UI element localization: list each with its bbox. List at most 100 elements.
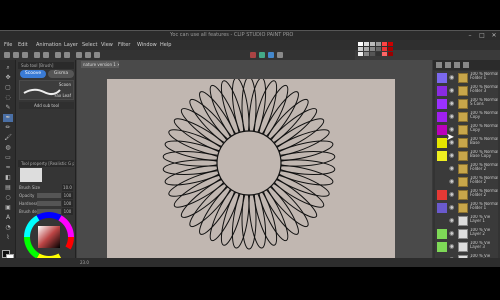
color-wheel[interactable]	[24, 212, 74, 262]
close-button[interactable]: ✕	[488, 31, 500, 40]
layer-row[interactable]: ◉ 100 % Normal Folder 2	[435, 188, 498, 202]
layer-row[interactable]: ◉ 100 % Normal S Cons	[435, 97, 498, 111]
pencil-tool-icon[interactable]: ✏	[3, 124, 13, 132]
eye-icon[interactable]: ◉	[449, 178, 455, 185]
layer-row[interactable]: ◉ 100 % Normal Folder 1	[435, 201, 498, 215]
zoom-value[interactable]: 23.0	[80, 258, 89, 267]
color-swatch[interactable]	[382, 47, 387, 51]
maximize-button[interactable]: □	[476, 31, 488, 40]
prop-hardness[interactable]: Hardness 100	[19, 200, 74, 207]
document-tab[interactable]: nature version 1 ✕	[81, 61, 119, 68]
assets-icon[interactable]	[268, 52, 274, 58]
layer-row[interactable]: ◉ 100 % Normal Folder 2	[435, 162, 498, 176]
menu-filter[interactable]: Filter	[118, 40, 130, 50]
menu-window[interactable]: Window	[137, 40, 157, 50]
color-swatch[interactable]	[382, 42, 387, 46]
deselect-icon[interactable]	[85, 52, 91, 58]
new-icon[interactable]	[4, 52, 10, 58]
menu-layer[interactable]: Layer	[64, 40, 78, 50]
layer-row[interactable]: ◉ 100 % Normal Copy	[435, 123, 498, 137]
hardness-slider[interactable]	[37, 201, 61, 206]
menu-select[interactable]: Select	[82, 40, 97, 50]
color-swatch[interactable]	[370, 42, 375, 46]
text-tool-icon[interactable]: A	[3, 214, 13, 222]
redo-icon[interactable]	[43, 52, 49, 58]
prop-value[interactable]: 100	[62, 192, 73, 199]
color-swatch[interactable]	[376, 42, 381, 46]
menu-view[interactable]: View	[101, 40, 113, 50]
sub-tool-tab[interactable]: Sub tool [Brush]	[18, 62, 74, 69]
opacity-slider[interactable]	[37, 193, 61, 198]
prop-opacity[interactable]: Opacity 100	[19, 192, 74, 199]
select-tool-icon[interactable]: ▢	[3, 84, 13, 92]
color-swatch[interactable]	[388, 47, 393, 51]
color-swatch[interactable]	[376, 47, 381, 51]
open-icon[interactable]	[13, 52, 19, 58]
layer-row[interactable]: ◉ 100 % Normal Base Copy	[435, 149, 498, 163]
mask-icon[interactable]	[454, 62, 460, 68]
eye-icon[interactable]: ◉	[449, 217, 455, 224]
eye-icon[interactable]: ◉	[449, 100, 455, 107]
add-sub-tool-button[interactable]: Add sub tool	[19, 102, 74, 109]
menu-help[interactable]: Help	[160, 40, 171, 50]
correct-line-tool-icon[interactable]: ⌇	[3, 234, 13, 242]
brush-tool-icon[interactable]: 🖌	[3, 134, 13, 142]
eyedropper-tool-icon[interactable]: ✎	[3, 104, 13, 112]
blend-tool-icon[interactable]: ≈	[3, 164, 13, 172]
figure-tool-icon[interactable]: ○	[3, 194, 13, 202]
canvas[interactable]	[107, 76, 395, 265]
eye-icon[interactable]: ◉	[449, 87, 455, 94]
balloon-tool-icon[interactable]: ◔	[3, 224, 13, 232]
brush-preset-item[interactable]: Scoon Fax Leaf	[19, 80, 74, 100]
eye-icon[interactable]: ◉	[449, 243, 455, 250]
eye-icon[interactable]: ◉	[449, 230, 455, 237]
color-swatch[interactable]	[382, 52, 387, 56]
eye-icon[interactable]: ◉	[449, 165, 455, 172]
prop-brush-size[interactable]: Brush Size 10.0	[19, 184, 74, 191]
layer-row[interactable]: ◉ 100 % Vie Layer 1	[435, 214, 498, 228]
color-wheel-graphic[interactable]	[24, 212, 74, 262]
save-icon[interactable]	[22, 52, 28, 58]
layer-row[interactable]: ◉ 100 % Normal Folder 2	[435, 175, 498, 189]
fill-tool-icon[interactable]: ◧	[3, 174, 13, 182]
color-swatch[interactable]	[358, 52, 363, 56]
transform-icon[interactable]	[76, 52, 82, 58]
prop-value[interactable]: 100	[62, 200, 73, 207]
new-folder-icon[interactable]	[445, 62, 451, 68]
color-swatch[interactable]	[370, 47, 375, 51]
eye-icon[interactable]: ◉	[449, 152, 455, 159]
color-swatch[interactable]	[358, 47, 363, 51]
minimize-button[interactable]: –	[464, 31, 476, 40]
help-icon[interactable]	[277, 52, 283, 58]
layer-row[interactable]: ◉ 100 % Normal Base	[435, 136, 498, 150]
gradient-tool-icon[interactable]: ▤	[3, 184, 13, 192]
menu-edit[interactable]: Edit	[18, 40, 28, 50]
layer-row[interactable]: ◉ 100 % Vie Layer 3	[435, 240, 498, 254]
eraser-tool-icon[interactable]: ▭	[3, 154, 13, 162]
fill-icon[interactable]	[64, 52, 70, 58]
new-layer-icon[interactable]	[436, 62, 442, 68]
flower-drawing[interactable]	[107, 76, 395, 265]
layer-row[interactable]: ◉ 100 % Normal Copy	[435, 110, 498, 124]
sub-tool-group-pill[interactable]: Gisma	[48, 70, 74, 78]
tool-property-header[interactable]: Tool property [Realistic G pencil]	[18, 160, 74, 167]
color-swatch[interactable]	[364, 52, 369, 56]
color-swatch[interactable]	[364, 47, 369, 51]
prop-value[interactable]: 10.0	[62, 184, 73, 191]
color-swatch[interactable]	[376, 52, 381, 56]
settings-icon[interactable]	[250, 52, 256, 58]
lasso-tool-icon[interactable]: ◌	[3, 94, 13, 102]
eye-icon[interactable]: ◉	[449, 74, 455, 81]
menu-animation[interactable]: Animation	[36, 40, 62, 50]
eye-icon[interactable]: ◉	[449, 191, 455, 198]
eye-icon[interactable]: ◉	[449, 113, 455, 120]
menu-file[interactable]: File	[4, 40, 12, 50]
layer-row[interactable]: ◉ 100 % Normal Folder 1	[435, 71, 498, 85]
color-swatch[interactable]	[364, 42, 369, 46]
share-icon[interactable]	[259, 52, 265, 58]
clear-icon[interactable]	[55, 52, 61, 58]
undo-icon[interactable]	[34, 52, 40, 58]
color-swatch[interactable]	[370, 52, 375, 56]
sub-tool-group-pill[interactable]: Scoove	[20, 70, 46, 78]
color-swatch[interactable]	[388, 42, 393, 46]
